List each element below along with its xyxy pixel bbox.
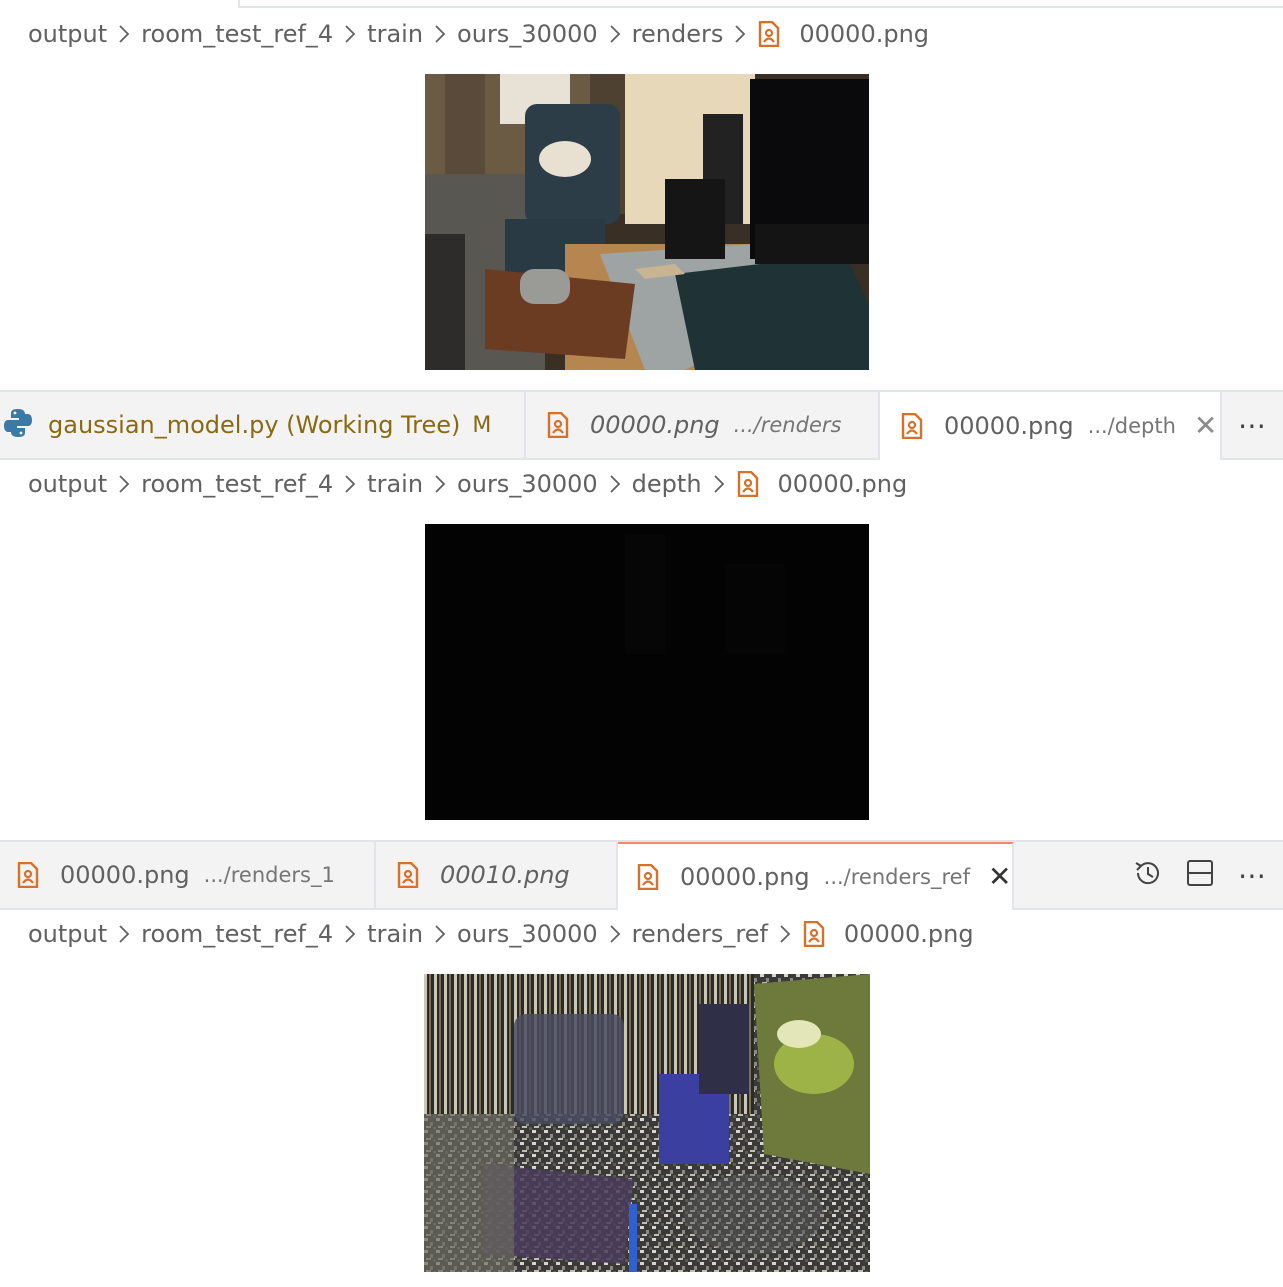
breadcrumb-file[interactable]: 00000.png: [778, 470, 908, 498]
tab-label: 00000.png: [60, 861, 190, 889]
chevron-right-icon: [344, 474, 356, 494]
split-editor-icon: [1185, 858, 1215, 892]
image-file-icon: [16, 862, 40, 888]
chevron-right-icon: [434, 924, 446, 944]
chevron-right-icon: [118, 924, 130, 944]
breadcrumb-item[interactable]: room_test_ref_4: [141, 470, 333, 498]
chevron-right-icon: [118, 24, 130, 44]
tab-description: .../depth: [1087, 414, 1176, 438]
open-timeline-button[interactable]: [1126, 852, 1170, 898]
chevron-right-icon: [609, 924, 621, 944]
split-editor-button[interactable]: [1178, 852, 1222, 898]
tab-label: gaussian_model.py (Working Tree): [48, 411, 461, 439]
tab-label: 00000.png: [590, 411, 720, 439]
chevron-right-icon: [344, 24, 356, 44]
tab-description: .../renders_1: [203, 863, 335, 887]
chevron-right-icon: [609, 474, 621, 494]
breadcrumb-item[interactable]: ours_30000: [457, 470, 598, 498]
chevron-right-icon: [713, 474, 725, 494]
tab-renders-1-png[interactable]: 00000.png .../renders_1: [0, 842, 376, 908]
chevron-right-icon: [734, 24, 746, 44]
more-actions-icon: ⋯: [1238, 408, 1266, 442]
tab-label: 00000.png: [680, 863, 810, 891]
tab-depth-png[interactable]: 00000.png .../depth ✕: [880, 392, 1222, 460]
tab-gaussian-model[interactable]: gaussian_model.py (Working Tree) M: [0, 392, 526, 458]
tab-renders-png[interactable]: 00000.png .../renders: [526, 392, 880, 458]
breadcrumb-item[interactable]: depth: [632, 470, 702, 498]
tab-label: 00010.png: [440, 861, 570, 889]
more-actions-button[interactable]: ⋯: [1230, 852, 1274, 898]
breadcrumb: output room_test_ref_4 train ours_30000 …: [28, 464, 907, 504]
python-icon: [2, 407, 34, 443]
image-preview-renders: [425, 74, 869, 370]
close-icon[interactable]: ✕: [1194, 412, 1217, 440]
chevron-right-icon: [344, 924, 356, 944]
editor-tab-bar: gaussian_model.py (Working Tree) M 00000…: [0, 390, 1283, 460]
breadcrumb-item[interactable]: output: [28, 470, 107, 498]
breadcrumb-item[interactable]: train: [367, 920, 423, 948]
tab-description: .../renders: [733, 413, 842, 437]
breadcrumb-item[interactable]: output: [28, 20, 107, 48]
tab-label: 00000.png: [944, 412, 1074, 440]
tab-description: .../renders_ref: [823, 865, 970, 889]
breadcrumb-item[interactable]: train: [367, 470, 423, 498]
breadcrumb: output room_test_ref_4 train ours_30000 …: [28, 914, 974, 954]
image-preview-renders-ref: [424, 974, 870, 1272]
breadcrumb-item[interactable]: room_test_ref_4: [141, 20, 333, 48]
image-file-icon: [396, 862, 420, 888]
chevron-right-icon: [434, 24, 446, 44]
image-file-icon: [546, 412, 570, 438]
editor-tab-bar: 00000.png .../renders_1 00010.png 00000.…: [0, 840, 1283, 910]
more-actions-button[interactable]: ⋯: [1230, 402, 1274, 448]
image-file-icon: [636, 864, 660, 890]
tab-renders-ref-png[interactable]: 00000.png .../renders_ref ✕: [618, 842, 1014, 910]
breadcrumb-item[interactable]: train: [367, 20, 423, 48]
chevron-right-icon: [609, 24, 621, 44]
breadcrumb-item[interactable]: ours_30000: [457, 920, 598, 948]
image-file-icon: [736, 471, 760, 497]
image-file-icon: [900, 413, 924, 439]
more-actions-icon: ⋯: [1238, 858, 1266, 892]
breadcrumb: output room_test_ref_4 train ours_30000 …: [28, 14, 929, 54]
history-icon: [1132, 857, 1164, 893]
breadcrumb-file[interactable]: 00000.png: [799, 20, 929, 48]
chevron-right-icon: [779, 924, 791, 944]
breadcrumb-item[interactable]: room_test_ref_4: [141, 920, 333, 948]
image-file-icon: [802, 921, 826, 947]
breadcrumb-item[interactable]: renders: [632, 20, 724, 48]
chevron-right-icon: [434, 474, 446, 494]
breadcrumb-item[interactable]: ours_30000: [457, 20, 598, 48]
image-preview-depth: [425, 524, 869, 820]
breadcrumb-file[interactable]: 00000.png: [844, 920, 974, 948]
top-tab-strip-edge: [238, 0, 1283, 8]
breadcrumb-item[interactable]: output: [28, 920, 107, 948]
image-file-icon: [757, 21, 781, 47]
close-icon[interactable]: ✕: [988, 863, 1011, 891]
tab-00010-png[interactable]: 00010.png: [376, 842, 618, 908]
breadcrumb-item[interactable]: renders_ref: [632, 920, 768, 948]
chevron-right-icon: [118, 474, 130, 494]
modified-badge: M: [472, 412, 492, 438]
